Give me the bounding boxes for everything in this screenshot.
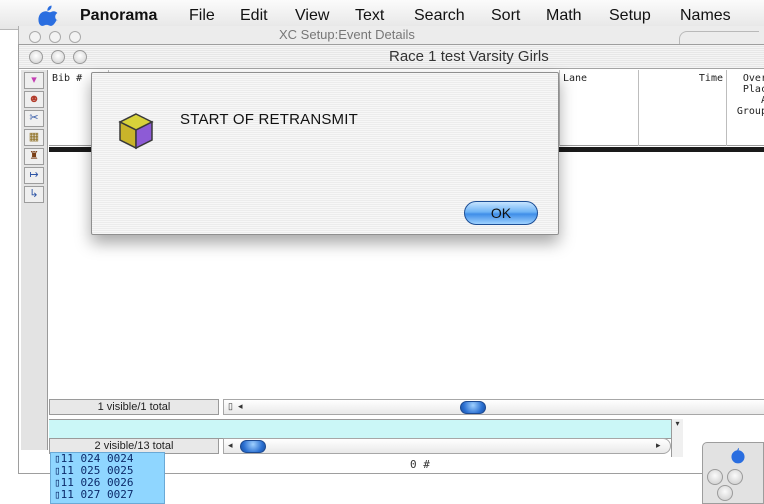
horizontal-scrollbar-top[interactable]: ▯ ◂ xyxy=(223,399,764,415)
menu-search[interactable]: Search xyxy=(414,7,465,25)
people-tool-icon[interactable]: ☻ xyxy=(24,91,44,108)
stamp-tool-icon[interactable]: ♜ xyxy=(24,148,44,165)
main-window-title: Race 1 test Varsity Girls xyxy=(389,48,549,65)
menu-math[interactable]: Math xyxy=(546,7,582,25)
scroll-left-arrow-bottom-icon[interactable]: ◂ xyxy=(228,440,233,451)
back-close-button[interactable] xyxy=(29,31,41,43)
menu-sort[interactable]: Sort xyxy=(491,7,520,25)
apple-icon[interactable] xyxy=(38,4,58,26)
mini-close-button[interactable] xyxy=(707,469,723,485)
minimize-button[interactable] xyxy=(51,50,65,64)
close-button[interactable] xyxy=(29,50,43,64)
record-count-top: 1 visible/1 total xyxy=(49,399,219,415)
main-titlebar[interactable]: Race 1 test Varsity Girls xyxy=(19,45,764,69)
horizontal-scrollbar-bottom[interactable]: ◂ ▸ xyxy=(223,438,671,454)
ok-button[interactable]: OK xyxy=(464,201,538,225)
alert-message: START OF RETRANSMIT xyxy=(180,111,358,128)
lower-field-label: 0 # xyxy=(410,458,430,471)
record-tool-icon[interactable]: ▦ xyxy=(24,129,44,146)
menu-edit[interactable]: Edit xyxy=(240,7,268,25)
back-window-title: XC Setup:Event Details xyxy=(279,27,415,42)
split-handle-icon[interactable]: ▯ xyxy=(228,401,233,412)
mini-zoom-button[interactable] xyxy=(717,485,733,501)
back-zoom-button[interactable] xyxy=(69,31,81,43)
scissors-tool-icon[interactable]: ✂ xyxy=(24,110,44,127)
menu-file[interactable]: File xyxy=(189,7,215,25)
mini-minimize-button[interactable] xyxy=(727,469,743,485)
apple-icon xyxy=(731,447,745,464)
list-item[interactable]: ▯11 027 0027 xyxy=(51,489,164,501)
scroll-right-arrow-icon[interactable]: ▸ xyxy=(656,440,661,451)
cube-icon xyxy=(118,113,154,150)
menu-app-panorama[interactable]: Panorama xyxy=(80,7,157,25)
scroll-down-arrow-icon[interactable]: ▾ xyxy=(675,419,679,428)
mini-window[interactable] xyxy=(702,442,764,504)
zoom-button[interactable] xyxy=(73,50,87,64)
pointer-tool-icon[interactable]: ▾ xyxy=(24,72,44,89)
lower-record-list[interactable]: ▯11 024 0024 ▯11 025 0025 ▯11 026 0026 ▯… xyxy=(50,452,165,504)
scroll-thumb-bottom[interactable] xyxy=(240,440,266,453)
menu-text[interactable]: Text xyxy=(355,7,384,25)
alert-dialog: START OF RETRANSMIT OK xyxy=(91,72,559,235)
column-time[interactable]: Time xyxy=(639,70,727,146)
menu-setup[interactable]: Setup xyxy=(609,7,651,25)
column-lane[interactable]: Lane xyxy=(559,70,639,146)
scroll-left-arrow-icon[interactable]: ◂ xyxy=(238,401,243,412)
back-minimize-button[interactable] xyxy=(49,31,61,43)
teal-separator-strip xyxy=(49,419,671,439)
tool-palette: ▾ ☻ ✂ ▦ ♜ ↦ ↳ xyxy=(21,70,48,450)
menu-names[interactable]: Names xyxy=(680,7,731,25)
move-right-tool-icon[interactable]: ↦ xyxy=(24,167,44,184)
column-overall-place[interactable]: Overa Place Al Groups xyxy=(727,70,764,146)
menu-view[interactable]: View xyxy=(295,7,329,25)
desktop: Panorama File Edit View Text Search Sort… xyxy=(0,0,764,504)
scroll-thumb-top[interactable] xyxy=(460,401,486,414)
move-down-right-tool-icon[interactable]: ↳ xyxy=(24,186,44,203)
vertical-scroll-mini[interactable]: ▾ xyxy=(671,419,683,457)
